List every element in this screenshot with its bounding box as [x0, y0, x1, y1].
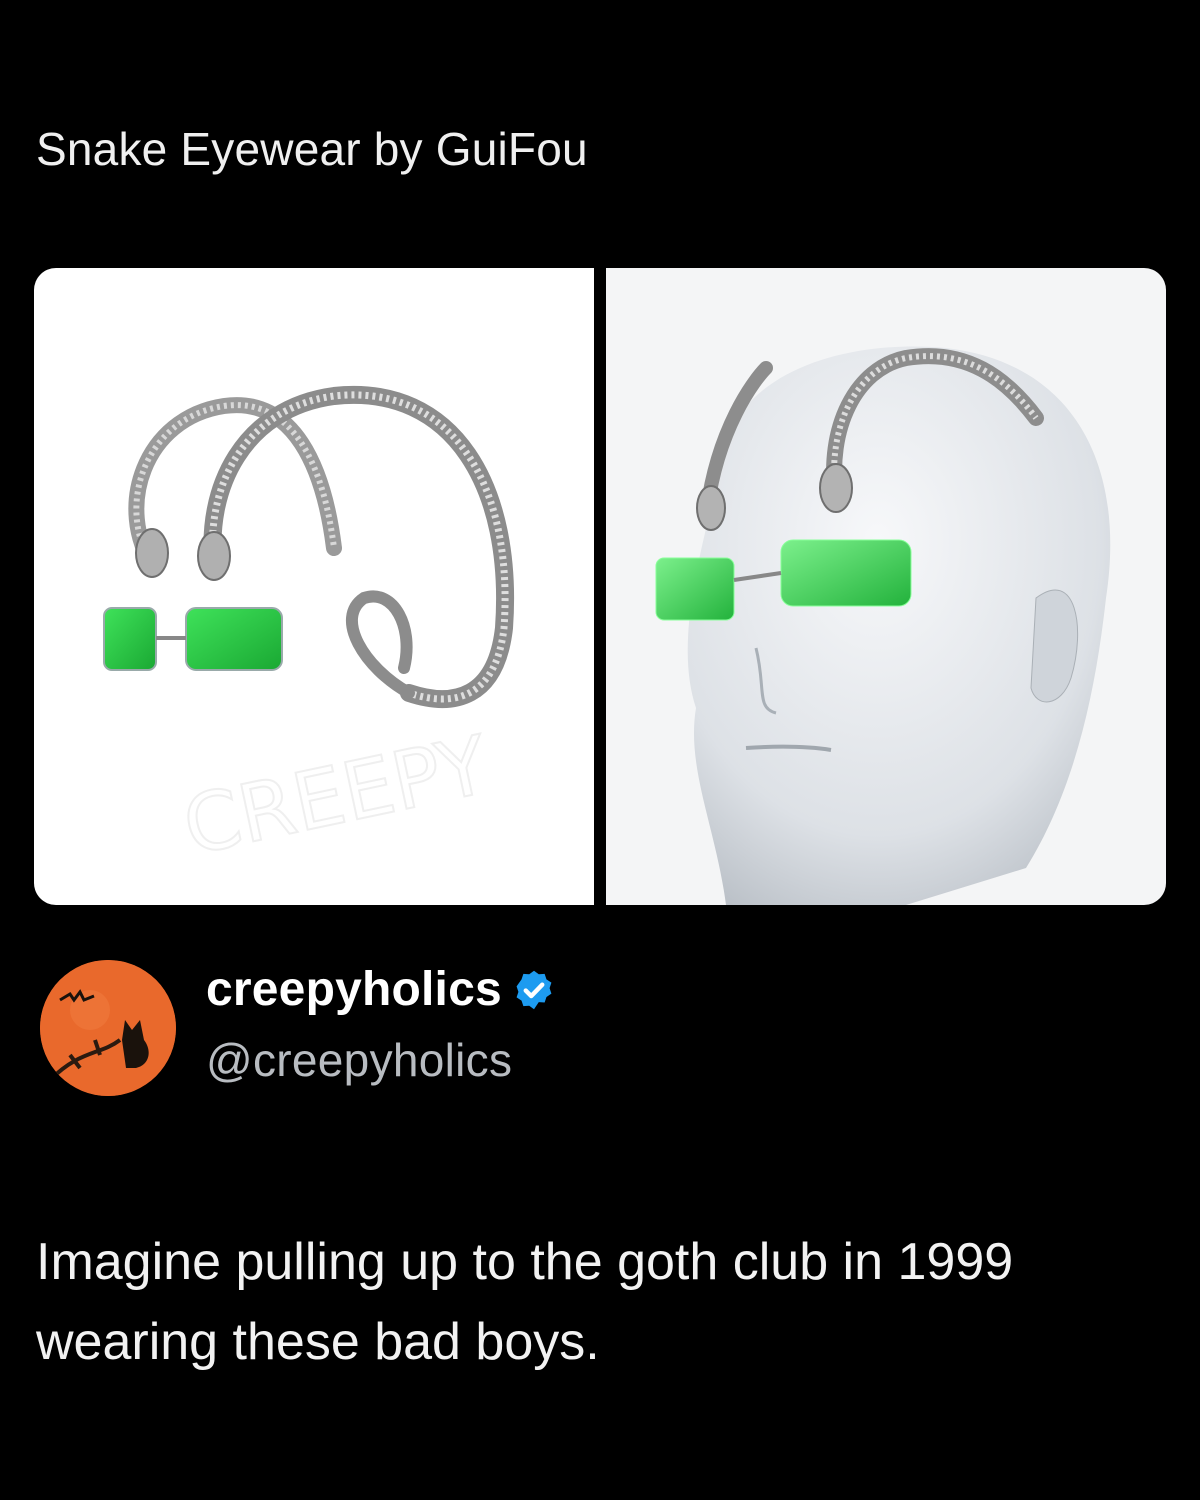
- photo-mannequin-wearing-glasses[interactable]: [606, 268, 1166, 905]
- snake-glasses-illustration: CREEPY: [103, 385, 514, 874]
- media-grid[interactable]: CREEPY: [34, 268, 1166, 905]
- post-title: Snake Eyewear by GuiFou: [36, 123, 588, 175]
- tweet-body: Imagine pulling up to the goth club in 1…: [36, 1233, 1014, 1371]
- orange-moon-cat-avatar-icon: [40, 960, 176, 1096]
- svg-text:CREEPY: CREEPY: [176, 718, 498, 873]
- verified-badge-icon: [516, 970, 552, 1009]
- author-display-name[interactable]: creepyholics: [206, 962, 502, 1017]
- mannequin-illustration: [655, 346, 1111, 905]
- avatar[interactable]: [40, 960, 176, 1096]
- author-handle[interactable]: @creepyholics: [206, 1033, 556, 1087]
- photo-snake-glasses[interactable]: CREEPY: [34, 268, 594, 905]
- tweet-author[interactable]: creepyholics @creepyholics: [40, 960, 556, 1096]
